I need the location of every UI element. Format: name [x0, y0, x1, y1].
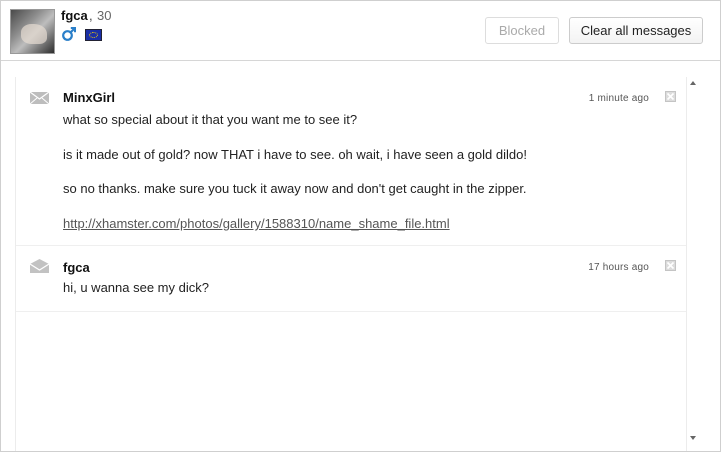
message-sender[interactable]: fgca: [63, 260, 90, 275]
header-age: 30: [97, 8, 112, 23]
message-list-scrollbar[interactable]: [687, 77, 701, 451]
delete-message-icon[interactable]: [665, 260, 676, 271]
header-username[interactable]: fgca: [61, 8, 88, 23]
message-text: is it made out of gold? now THAT i have …: [63, 147, 527, 162]
message-item: MinxGirl 1 minute ago what so special ab…: [16, 77, 686, 246]
scroll-down-arrow-icon[interactable]: [690, 436, 696, 440]
message-text: what so special about it that you want m…: [63, 112, 358, 127]
message-link[interactable]: http://xhamster.com/photos/gallery/15883…: [63, 216, 450, 231]
male-symbol-icon: [62, 27, 76, 41]
blocked-button[interactable]: Blocked: [485, 17, 559, 44]
message-item: fgca 17 hours ago hi, u wanna see my dic…: [16, 247, 686, 312]
message-text: hi, u wanna see my dick?: [63, 280, 209, 295]
message-sender[interactable]: MinxGirl: [63, 90, 115, 105]
envelope-open-icon: [30, 259, 49, 273]
user-avatar[interactable]: [10, 9, 55, 54]
eu-flag-icon: [85, 29, 102, 41]
message-list: MinxGirl 1 minute ago what so special ab…: [15, 77, 687, 451]
scroll-up-arrow-icon[interactable]: [690, 81, 696, 85]
delete-message-icon[interactable]: [665, 91, 676, 102]
message-text: so no thanks. make sure you tuck it away…: [63, 181, 527, 196]
message-timestamp: 1 minute ago: [588, 93, 649, 104]
message-timestamp: 17 hours ago: [588, 262, 649, 273]
conversation-header: fgca , 30 Blocked Clear all messages: [1, 1, 720, 61]
envelope-icon: [30, 92, 49, 104]
clear-all-messages-button[interactable]: Clear all messages: [569, 17, 703, 44]
age-separator: ,: [89, 8, 93, 23]
